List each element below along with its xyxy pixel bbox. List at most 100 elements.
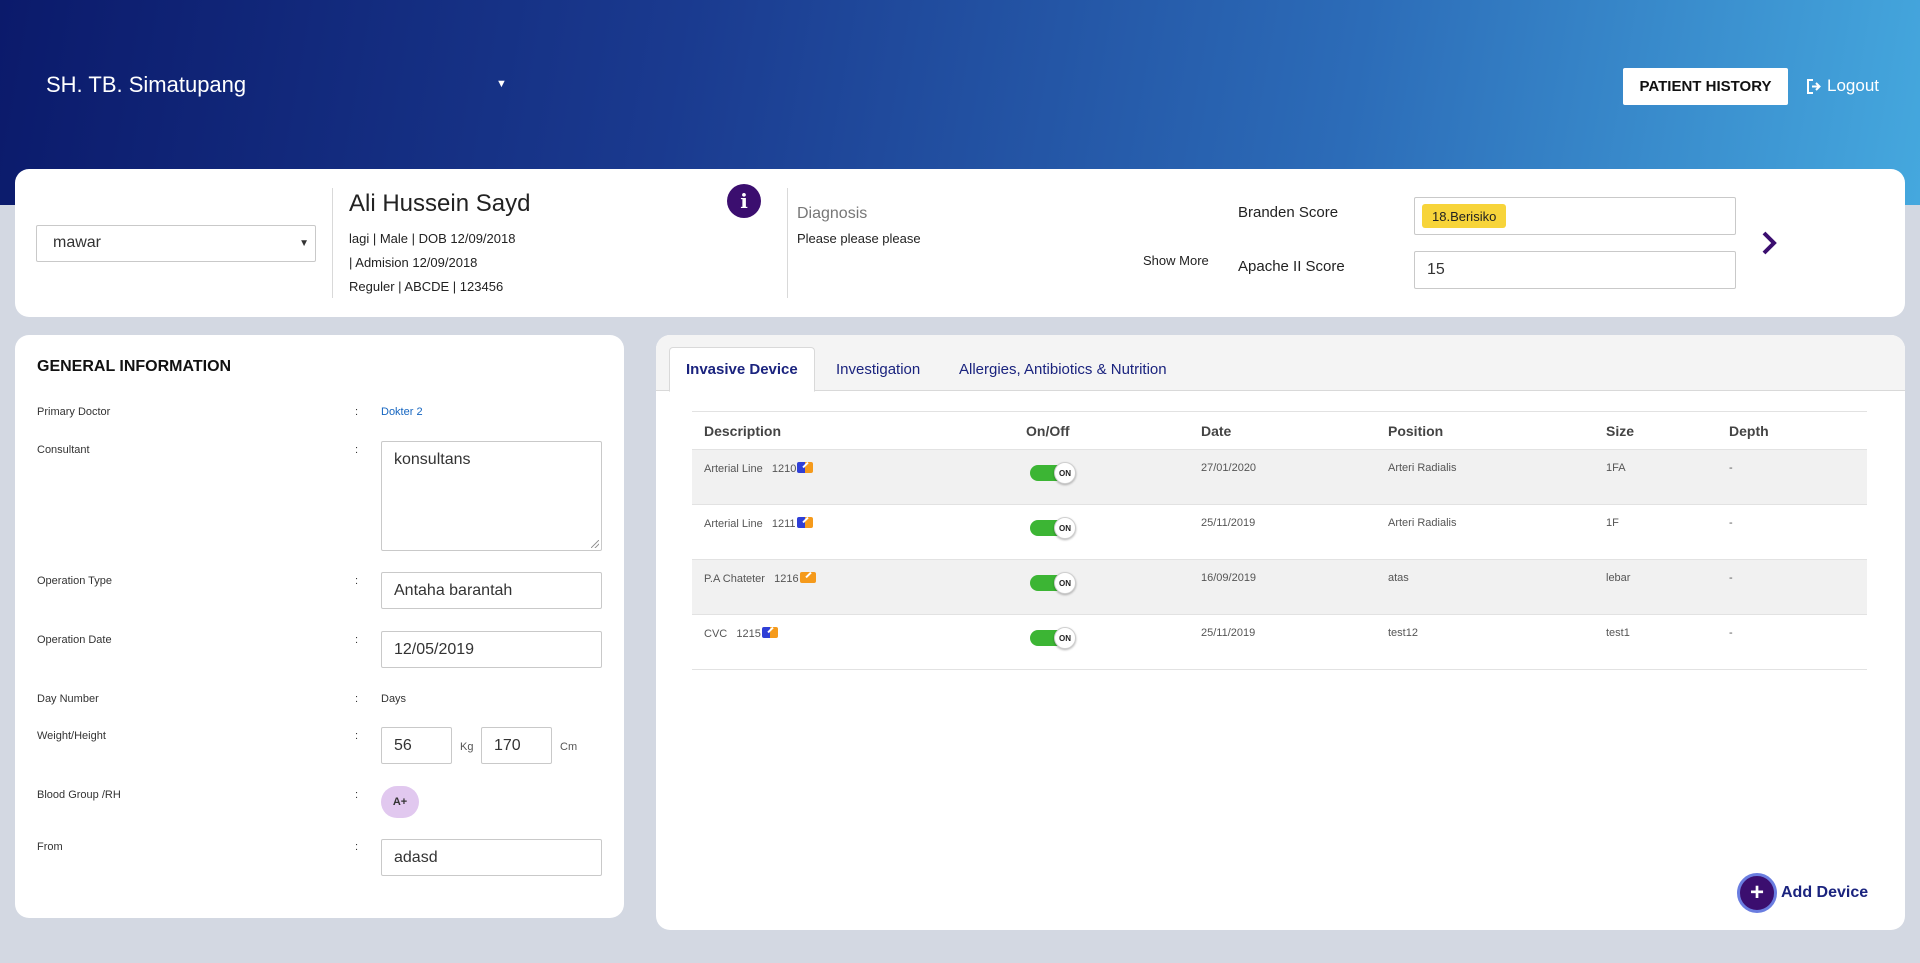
branden-score-label: Branden Score: [1238, 204, 1339, 221]
patient-history-button[interactable]: PATIENT HISTORY: [1623, 68, 1788, 105]
invasive-device-table: Description On/Off Date Position Size De…: [692, 411, 1867, 670]
operation-date-input[interactable]: 12/05/2019: [381, 631, 602, 668]
column-header-depth[interactable]: Depth: [1717, 411, 1867, 450]
operation-type-label: Operation Type: [37, 575, 113, 587]
column-header-position[interactable]: Position: [1376, 411, 1594, 450]
consultant-label: Consultant: [37, 444, 90, 456]
divider: [787, 188, 788, 298]
add-device-label: Add Device: [1781, 884, 1869, 901]
device-position: atas: [1376, 559, 1594, 615]
apache-score-field[interactable]: 15: [1414, 251, 1736, 289]
tab-investigation[interactable]: Investigation: [820, 347, 936, 391]
primary-doctor-label: Primary Doctor: [37, 406, 111, 418]
patient-name: Ali Hussein Sayd: [349, 190, 531, 217]
device-description: CVC: [704, 628, 728, 640]
edit-icon[interactable]: [799, 572, 816, 583]
weight-input[interactable]: 56: [381, 727, 452, 764]
toggle-knob: ON: [1054, 462, 1076, 484]
device-on-off-toggle[interactable]: ON: [1030, 627, 1076, 649]
colon: :: [355, 841, 359, 853]
device-size: test1: [1594, 614, 1717, 670]
device-id: 1210: [771, 463, 797, 475]
device-size: lebar: [1594, 559, 1717, 615]
patient-payment-info: Reguler | ABCDE | 123456: [349, 279, 504, 294]
device-on-off-toggle[interactable]: ON: [1030, 517, 1076, 539]
device-position: Arteri Radialis: [1376, 504, 1594, 560]
divider: [332, 188, 333, 298]
day-number-label: Day Number: [37, 693, 99, 705]
table-header-row: Description On/Off Date Position Size De…: [692, 411, 1867, 450]
toggle-knob: ON: [1054, 572, 1076, 594]
device-size: 1F: [1594, 504, 1717, 560]
colon: :: [355, 789, 359, 801]
device-depth: -: [1717, 449, 1867, 505]
patient-admission: | Admision 12/09/2018: [349, 255, 478, 270]
logout-icon: [1807, 78, 1821, 94]
height-input[interactable]: 170: [481, 727, 552, 764]
tab-invasive-device[interactable]: Invasive Device: [669, 347, 815, 392]
tab-allergies-antibiotics-nutrition[interactable]: Allergies, Antibiotics & Nutrition: [943, 347, 1183, 391]
edit-icon[interactable]: [797, 462, 814, 473]
device-description: Arterial Line: [704, 463, 763, 475]
toggle-knob: ON: [1054, 627, 1076, 649]
toggle-knob: ON: [1054, 517, 1076, 539]
show-more-link[interactable]: Show More: [1143, 253, 1209, 268]
device-date: 27/01/2020: [1189, 449, 1376, 505]
consultant-textarea[interactable]: konsultans: [381, 441, 602, 551]
logout-link[interactable]: Logout: [1806, 76, 1879, 96]
operation-date-label: Operation Date: [37, 634, 112, 646]
column-header-on-off[interactable]: On/Off: [1014, 411, 1189, 450]
chevron-right-icon[interactable]: [1758, 228, 1780, 258]
operation-type-input[interactable]: Antaha barantah: [381, 572, 602, 609]
device-on-off-toggle[interactable]: ON: [1030, 462, 1076, 484]
logout-label: Logout: [1827, 76, 1879, 95]
info-icon[interactable]: i: [727, 184, 761, 218]
colon: :: [355, 575, 359, 587]
device-depth: -: [1717, 504, 1867, 560]
device-description: P.A Chateter: [704, 573, 765, 585]
device-date: 25/11/2019: [1189, 504, 1376, 560]
blood-group-label: Blood Group /RH: [37, 789, 121, 801]
from-label: From: [37, 841, 63, 853]
device-description: Arterial Line: [704, 518, 763, 530]
colon: :: [355, 406, 359, 418]
height-unit: Cm: [560, 741, 578, 753]
primary-doctor-link[interactable]: Dokter 2: [381, 406, 423, 418]
weight-unit: Kg: [460, 741, 474, 753]
device-on-off-toggle[interactable]: ON: [1030, 572, 1076, 594]
colon: :: [355, 634, 359, 646]
column-header-description[interactable]: Description: [692, 411, 1014, 450]
branden-score-badge: 18.Berisiko: [1422, 204, 1507, 228]
add-device-button[interactable]: + Add Device: [1737, 873, 1868, 913]
device-date: 25/11/2019: [1189, 614, 1376, 670]
device-date: 16/09/2019: [1189, 559, 1376, 615]
patient-demographics: lagi | Male | DOB 12/09/2018: [349, 231, 516, 246]
general-information-title: GENERAL INFORMATION: [37, 358, 232, 375]
weight-height-label: Weight/Height: [37, 730, 106, 742]
diagnosis-text: Please please please: [797, 231, 921, 246]
blood-group-badge: A+: [381, 786, 419, 818]
ward-select-value: mawar: [53, 234, 102, 251]
device-position: Arteri Radialis: [1376, 449, 1594, 505]
device-id: 1211: [771, 518, 796, 530]
colon: :: [355, 693, 359, 705]
general-information-card: [15, 335, 624, 918]
caret-down-icon: ▼: [299, 238, 309, 249]
device-id: 1215: [736, 628, 761, 640]
ward-select[interactable]: mawar ▼: [36, 225, 316, 262]
branden-score-field[interactable]: 18.Berisiko: [1414, 197, 1736, 235]
edit-icon[interactable]: [796, 517, 813, 528]
colon: :: [355, 730, 359, 742]
edit-icon[interactable]: [761, 627, 778, 638]
diagnosis-title: Diagnosis: [797, 205, 868, 222]
resize-handle-icon[interactable]: [591, 540, 599, 548]
hospital-selector[interactable]: SH. TB. Simatupang: [46, 72, 246, 98]
table-row: P.A Chateter 1216 ON 16/09/2019 atas leb…: [692, 559, 1867, 615]
column-header-size[interactable]: Size: [1594, 411, 1717, 450]
column-header-date[interactable]: Date: [1189, 411, 1376, 450]
plus-icon: +: [1737, 873, 1777, 913]
caret-down-icon[interactable]: ▼: [496, 78, 507, 90]
apache-score-label: Apache II Score: [1238, 258, 1345, 275]
device-size: 1FA: [1594, 449, 1717, 505]
from-input[interactable]: adasd: [381, 839, 602, 876]
